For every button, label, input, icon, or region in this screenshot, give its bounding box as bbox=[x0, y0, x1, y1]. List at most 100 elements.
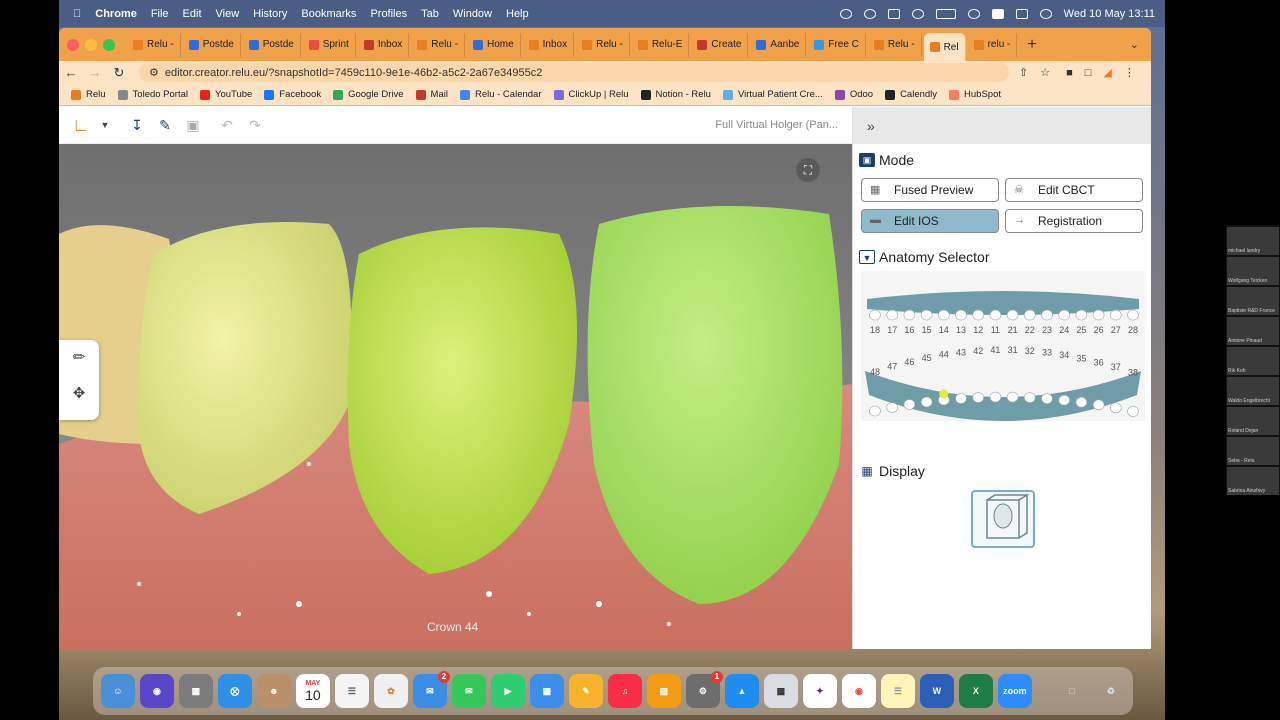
menu-help[interactable]: Help bbox=[506, 8, 529, 20]
relu-logo-icon[interactable]: ∟ bbox=[69, 115, 93, 136]
apple-icon[interactable]:  bbox=[73, 8, 81, 20]
tooth-46[interactable]: 46 bbox=[903, 357, 916, 410]
bookmark-star-icon[interactable]: ☆ bbox=[1040, 66, 1050, 79]
tooth-44[interactable]: 44 bbox=[938, 350, 950, 406]
wifi-icon[interactable] bbox=[967, 8, 980, 19]
bookmark-item[interactable]: Toledo Portal bbox=[117, 89, 188, 100]
bookmark-item[interactable]: Odoo bbox=[834, 89, 873, 100]
tooth-11[interactable]: 11 bbox=[989, 309, 1002, 335]
site-info-icon[interactable]: ⚙ bbox=[149, 66, 159, 79]
tooth-22[interactable]: 22 bbox=[1024, 309, 1036, 335]
browser-tab[interactable]: Create bbox=[691, 32, 749, 57]
brush-icon[interactable]: ✏ bbox=[59, 340, 99, 376]
bookmark-item[interactable]: ClickUp | Relu bbox=[553, 89, 629, 100]
back-icon[interactable]: ← bbox=[59, 65, 83, 80]
close-window-button[interactable] bbox=[67, 38, 79, 51]
new-tab-icon[interactable]: + bbox=[1027, 36, 1036, 54]
excel-icon[interactable]: X bbox=[959, 674, 993, 708]
move-icon[interactable]: ✥ bbox=[59, 376, 99, 412]
tooth-23[interactable]: 23 bbox=[1041, 309, 1053, 335]
bookmark-item[interactable]: Relu bbox=[71, 89, 106, 100]
tooth-14[interactable]: 14 bbox=[938, 309, 950, 335]
menu-edit[interactable]: Edit bbox=[183, 8, 202, 20]
browser-tab[interactable]: Sprint bbox=[303, 32, 356, 57]
participant-tile[interactable]: Wolfgang Teicken bbox=[1227, 257, 1279, 285]
browser-tab[interactable]: Relu - bbox=[576, 32, 630, 57]
forward-icon[interactable]: → bbox=[83, 65, 107, 80]
participant-tile[interactable]: Antoine Pinaud bbox=[1227, 317, 1279, 345]
browser-tab[interactable]: relu - bbox=[968, 32, 1018, 57]
browser-tab[interactable]: Relu - bbox=[127, 32, 181, 57]
relu-extension-icon[interactable]: ◢ bbox=[1103, 66, 1111, 79]
fused-preview-button[interactable]: ▦ Fused Preview bbox=[861, 178, 999, 202]
tooth-17[interactable]: 17 bbox=[886, 309, 899, 335]
browser-tab[interactable]: Aanbe bbox=[750, 32, 807, 57]
menu-tab[interactable]: Tab bbox=[421, 8, 439, 20]
browser-tab[interactable]: Free C bbox=[808, 32, 866, 57]
tooth-32[interactable]: 32 bbox=[1024, 346, 1036, 403]
siri-dock-icon[interactable]: ◉ bbox=[140, 674, 174, 708]
edit-cbct-button[interactable]: ☠ Edit CBCT bbox=[1005, 178, 1143, 202]
browser-tab[interactable]: Home bbox=[467, 32, 521, 57]
photos-icon[interactable]: ✿ bbox=[374, 674, 408, 708]
share-icon[interactable]: ⇧ bbox=[1019, 66, 1028, 79]
books-icon[interactable]: ▨ bbox=[647, 674, 681, 708]
record-icon[interactable] bbox=[911, 8, 924, 19]
system-settings-icon[interactable]: ⚙ 1 bbox=[686, 671, 723, 708]
notes-icon[interactable]: ☰ bbox=[881, 674, 915, 708]
menu-window[interactable]: Window bbox=[453, 8, 492, 20]
menu-view[interactable]: View bbox=[216, 8, 240, 20]
participant-tile[interactable]: Roland Dejan bbox=[1227, 407, 1279, 435]
word-icon[interactable]: W bbox=[920, 674, 954, 708]
menu-profiles[interactable]: Profiles bbox=[370, 8, 407, 20]
3d-viewport[interactable]: ⛶ ✏ ✥ Crown 44 bbox=[59, 144, 852, 649]
browser-tab[interactable]: Inbox bbox=[523, 32, 575, 57]
menu-history[interactable]: History bbox=[253, 8, 287, 20]
undo-icon[interactable]: ↶ bbox=[215, 117, 239, 134]
participant-tile[interactable]: Seba - Relu bbox=[1227, 437, 1279, 465]
bookmark-item[interactable]: Calendly bbox=[885, 89, 937, 100]
menu-app-name[interactable]: Chrome bbox=[95, 8, 137, 20]
tooth-24[interactable]: 24 bbox=[1058, 309, 1070, 335]
extensions-icon[interactable]: ■ bbox=[1066, 67, 1073, 79]
bookmark-item[interactable]: Google Drive bbox=[333, 89, 404, 100]
browser-tab[interactable]: Inbox bbox=[358, 32, 410, 57]
participant-tile[interactable]: Sabrina Ainsfavy bbox=[1227, 467, 1279, 495]
input-source-icon[interactable] bbox=[991, 8, 1004, 19]
tooth-15[interactable]: 15 bbox=[920, 309, 933, 335]
bookmark-item[interactable]: Relu - Calendar bbox=[459, 89, 542, 100]
bookmark-item[interactable]: Mail bbox=[415, 89, 448, 100]
browser-tab[interactable]: Postde bbox=[183, 32, 241, 57]
bookmark-item[interactable]: HubSpot bbox=[949, 89, 1001, 100]
sidebar-icon[interactable]: □ bbox=[1085, 67, 1092, 79]
collapse-panel-icon[interactable]: » bbox=[867, 118, 875, 134]
music-icon[interactable]: ♫ bbox=[608, 674, 642, 708]
edit-ios-button[interactable]: ▬ Edit IOS bbox=[861, 209, 999, 233]
tooth-41[interactable]: 41 bbox=[989, 345, 1002, 403]
facetime-icon[interactable]: ▶ bbox=[491, 674, 525, 708]
save-icon[interactable]: ▣ bbox=[181, 117, 205, 134]
tooth-43[interactable]: 43 bbox=[955, 347, 967, 404]
zoom-icon[interactable]: zoom bbox=[998, 674, 1032, 708]
registration-button[interactable]: → Registration bbox=[1005, 209, 1143, 233]
chrome-icon[interactable]: ◉ bbox=[842, 674, 876, 708]
tooth-35[interactable]: 35 bbox=[1075, 353, 1088, 408]
chevron-down-icon[interactable]: ▼ bbox=[93, 120, 117, 130]
messages-icon[interactable]: ✉ bbox=[452, 674, 486, 708]
menu-clock[interactable]: Wed 10 May 13:11 bbox=[1064, 8, 1155, 20]
participant-tile[interactable]: Rik Koh bbox=[1227, 347, 1279, 375]
tooth-28[interactable]: 28 bbox=[1127, 309, 1139, 335]
menu-bookmarks[interactable]: Bookmarks bbox=[301, 8, 356, 20]
fullscreen-icon[interactable]: ⛶ bbox=[796, 158, 820, 182]
tooth-33[interactable]: 33 bbox=[1041, 348, 1053, 404]
finder-icon[interactable]: ☺ bbox=[101, 674, 135, 708]
tooth-27[interactable]: 27 bbox=[1110, 309, 1122, 335]
tooth-25[interactable]: 25 bbox=[1075, 309, 1088, 335]
bluetooth-icon[interactable] bbox=[839, 8, 852, 19]
bookmark-item[interactable]: Facebook bbox=[264, 89, 321, 100]
more-menu-icon[interactable]: ⋮ bbox=[1124, 66, 1135, 79]
participant-tile[interactable]: Waldo Engelbrecht bbox=[1227, 377, 1279, 405]
reminders-icon[interactable]: ☰ bbox=[335, 674, 369, 708]
headphones-icon[interactable] bbox=[863, 8, 876, 19]
browser-tab[interactable]: Relu - bbox=[868, 32, 922, 57]
